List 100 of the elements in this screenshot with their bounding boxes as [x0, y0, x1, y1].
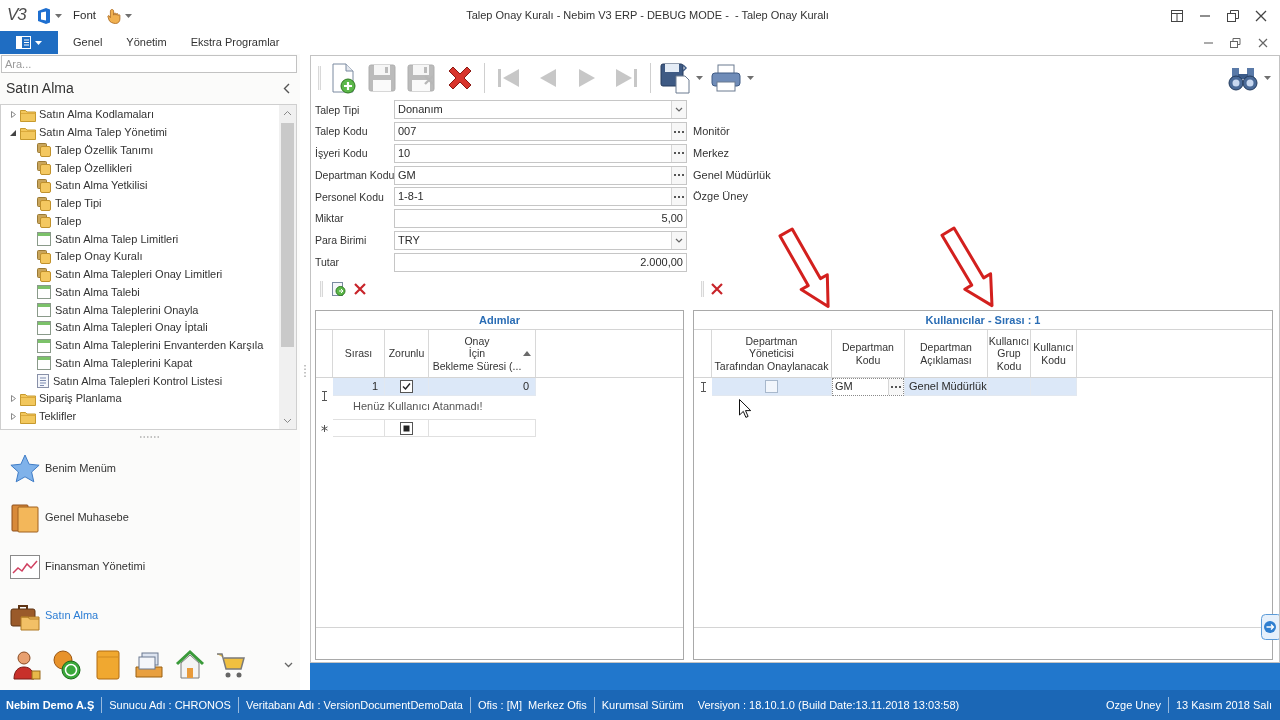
chevron-down-icon[interactable] — [284, 662, 293, 668]
number-field[interactable]: 2.000,00 — [394, 252, 687, 272]
folders-icon — [37, 214, 51, 229]
collapsed-arrow-icon[interactable] — [10, 111, 16, 119]
sidebar-icon — [16, 36, 31, 49]
application-menu-button[interactable] — [0, 31, 58, 54]
ribbon-tab[interactable]: Yönetim — [114, 31, 179, 54]
table-cell: 0 — [429, 378, 536, 396]
tree-item[interactable]: Teklifler — [1, 407, 279, 426]
chevron-left-icon[interactable] — [283, 83, 290, 94]
folders-icon — [37, 143, 51, 158]
delete-row-button[interactable] — [354, 283, 366, 295]
caret-icon — [1264, 75, 1271, 80]
chevron-down-icon — [675, 107, 683, 113]
search-field[interactable]: Ara... — [1, 55, 297, 73]
column-header[interactable]: Departman Kodu — [832, 330, 905, 377]
grip-icon[interactable] — [318, 65, 321, 90]
collapsed-arrow-icon[interactable] — [10, 413, 16, 421]
folder-icon — [20, 107, 36, 122]
caret-icon — [55, 13, 62, 18]
status-text: Kurumsal Sürüm — [593, 697, 691, 713]
card-tray-icon[interactable] — [133, 649, 165, 681]
nav-item[interactable]: Genel Muhasebe — [0, 493, 300, 542]
dropdown-button[interactable] — [671, 101, 686, 119]
lookup-button[interactable] — [671, 188, 686, 206]
ribbon-tab[interactable]: Genel — [61, 31, 115, 54]
coins-icon[interactable] — [51, 649, 83, 681]
folders-icon — [37, 267, 51, 282]
caret-icon — [35, 40, 42, 45]
column-header[interactable]: Departman Yöneticisi Tarafından Onaylanacak — [712, 330, 832, 377]
tree-item[interactable]: Sipariş Planlama — [1, 390, 279, 408]
column-header[interactable]: Kullanıcı Kodu — [1031, 330, 1077, 377]
tree-item[interactable]: Satın Alma Taleplerini Envanterden Karşıla — [1, 336, 279, 355]
close-icon — [1257, 37, 1268, 48]
font-button[interactable]: Font — [70, 3, 99, 28]
tree-item[interactable]: Talep Onay Kuralı — [1, 248, 279, 266]
table-row[interactable]: GM Genel Müdürlük — [712, 378, 1077, 396]
add-row-button[interactable] — [332, 282, 346, 296]
table-row[interactable]: 1 0 — [333, 378, 536, 396]
restore-icon — [1230, 37, 1241, 48]
dropdown-field[interactable]: TRY — [394, 230, 687, 250]
tree-item[interactable]: Satın Alma Talebi — [1, 283, 279, 302]
expanded-arrow-icon[interactable] — [10, 129, 16, 136]
dropdown-button[interactable] — [671, 231, 686, 249]
tree-item[interactable]: Satın Alma Yetkilisi — [1, 177, 279, 195]
grid-title: Kullanıcılar - Sırası : 1 — [694, 311, 1272, 330]
person-icon[interactable] — [10, 649, 42, 681]
field-label: İşyeri Kodu — [315, 147, 368, 160]
tree-item[interactable]: Satın Alma Taleplerini Onayla — [1, 301, 279, 319]
lookup-field[interactable]: 10 — [394, 143, 687, 163]
lookup-button[interactable] — [671, 123, 686, 141]
detail-text: Henüz Kullanıcı Atanmadı! — [353, 400, 483, 412]
column-header[interactable]: Zorunlu — [385, 330, 429, 377]
lookup-field[interactable]: 007 — [394, 122, 687, 142]
tree-item[interactable]: Talep — [1, 212, 279, 231]
grip-icon[interactable] — [320, 281, 323, 297]
lookup-field[interactable]: 1-8-1 — [394, 187, 687, 207]
app-icon — [37, 7, 51, 24]
checkbox[interactable] — [400, 380, 413, 393]
folder-icon — [20, 409, 36, 424]
tree-item[interactable]: Satın Alma Talep Limitleri — [1, 230, 279, 248]
lookup-button[interactable] — [888, 378, 903, 395]
nav-item[interactable]: Satın Alma — [0, 591, 300, 640]
grid-title: Adımlar — [316, 311, 683, 330]
add-row-icon — [332, 282, 346, 296]
restore-icon — [1226, 8, 1240, 23]
tree-item[interactable]: Talep Özellik Tanımı — [1, 141, 279, 160]
side-tab-icon[interactable] — [1261, 614, 1279, 640]
nav-item[interactable]: Benim Menüm — [0, 444, 300, 493]
column-header[interactable]: Onay İçin Bekleme Süresi (... — [429, 330, 536, 377]
grip-icon[interactable] — [701, 281, 704, 297]
column-header[interactable]: Departman Açıklaması — [905, 330, 988, 377]
collapsed-arrow-icon[interactable] — [10, 395, 16, 403]
window-icon — [37, 320, 51, 335]
column-header[interactable]: Sırası — [333, 330, 385, 377]
checkbox[interactable] — [765, 380, 778, 393]
tree-item[interactable]: Talep Özellikleri — [1, 159, 279, 177]
tree-item[interactable]: Satın Alma Talepleri Kontrol Listesi — [1, 372, 279, 390]
tree-item[interactable]: Satın Alma Talepleri Onay Limitleri — [1, 265, 279, 284]
lookup-field[interactable]: GM — [394, 165, 687, 185]
tree-item[interactable]: Talep Tipi — [1, 194, 279, 213]
number-field[interactable]: 5,00 — [394, 209, 687, 229]
field-label: Personel Kodu — [315, 190, 384, 204]
nav-item[interactable]: Finansman Yönetimi — [0, 542, 300, 591]
delete-row-button[interactable] — [711, 283, 723, 295]
tree-item[interactable]: Satın Alma Talepleri Onay İptali — [1, 319, 279, 337]
scrollbar[interactable] — [279, 105, 296, 429]
ribbon-tab[interactable]: Ekstra Programlar — [178, 31, 292, 54]
dropdown-field[interactable]: Donanım — [394, 100, 687, 120]
lookup-button[interactable] — [671, 144, 686, 162]
lookup-button[interactable] — [671, 166, 686, 184]
checkbox[interactable] — [400, 421, 413, 435]
status-text: Ofis : [M] Merkez Ofis — [470, 697, 594, 713]
folders-icon — [37, 161, 51, 176]
tree-item[interactable]: Satın Alma Kodlamaları — [1, 106, 279, 124]
status-text: 13 Kasım 2018 Salı — [1168, 697, 1279, 713]
column-header[interactable]: Kullanıcı Grup Kodu — [988, 330, 1031, 377]
tree-item[interactable]: Satın Alma Talep Yönetimi — [1, 123, 279, 142]
tree-item[interactable]: Satın Alma Taleplerini Kapat — [1, 354, 279, 373]
house-icon[interactable] — [174, 649, 206, 681]
